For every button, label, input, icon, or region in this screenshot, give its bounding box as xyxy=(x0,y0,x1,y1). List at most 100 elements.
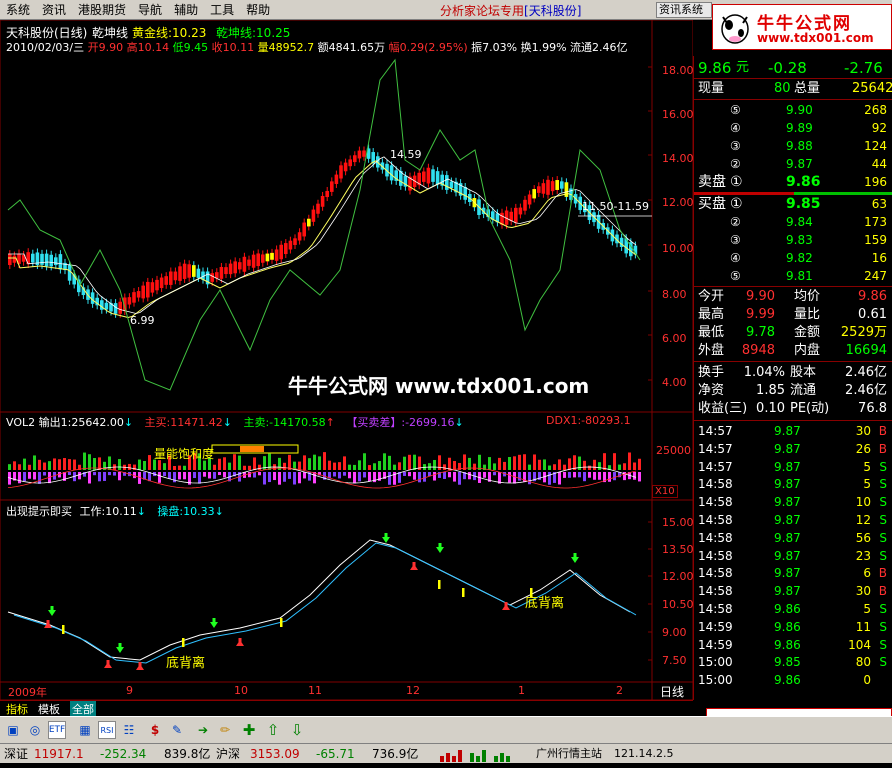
tick-row[interactable]: 14:58 9.87 12 S xyxy=(694,511,892,529)
tick-row[interactable]: 14:58 9.87 5 S xyxy=(694,475,892,493)
tick-row[interactable]: 15:00 9.85 80 S xyxy=(694,653,892,671)
menu-help[interactable]: 帮助 xyxy=(240,1,276,18)
tick-row[interactable]: 14:59 9.86 104 S xyxy=(694,636,892,654)
stat-row: 最低 9.78 金额 2529万 xyxy=(698,325,887,340)
vol-bar xyxy=(338,462,341,470)
arrow-up-icon[interactable]: ⇧ xyxy=(264,721,282,739)
ask-row[interactable]: ③ 9.88 124 xyxy=(694,137,892,155)
vol-bar xyxy=(613,453,616,470)
vol-bar-neg xyxy=(248,472,251,478)
bid-row[interactable]: ③ 9.83 159 xyxy=(694,231,892,249)
candle xyxy=(8,254,12,266)
vol-bar-neg xyxy=(353,472,356,484)
tick-row[interactable]: 14:57 9.87 26 B xyxy=(694,440,892,458)
vol-bar xyxy=(413,454,416,470)
candle xyxy=(118,301,122,314)
tick-row[interactable]: 14:59 9.86 11 S xyxy=(694,618,892,636)
vol-bar xyxy=(328,460,331,470)
menu-system[interactable]: 系统 xyxy=(0,1,36,18)
news-system-button[interactable]: 资讯系统 xyxy=(656,2,712,18)
sell1-row[interactable]: 卖盘 ① 9.86 196 xyxy=(694,173,892,191)
ask-row[interactable]: ④ 9.89 92 xyxy=(694,119,892,137)
vol-ytick: 25000 xyxy=(656,444,691,457)
sig-ytick: 9.00 xyxy=(662,626,687,639)
tick-row[interactable]: 15:00 9.86 0 xyxy=(694,671,892,689)
ask-row[interactable]: ② 9.87 44 xyxy=(694,155,892,173)
candle xyxy=(284,243,288,255)
candle xyxy=(210,273,214,282)
vol-bar xyxy=(463,454,466,470)
buy1-row[interactable]: 买盘 ① 9.85 63 xyxy=(694,195,892,213)
tick-row[interactable]: 14:57 9.87 5 S xyxy=(694,458,892,476)
buy-arrow xyxy=(136,662,144,670)
vol-bar-neg xyxy=(613,472,616,481)
vol-bar xyxy=(568,458,571,470)
vol-bar xyxy=(243,465,246,470)
menu-hk-futures[interactable]: 港股期货 xyxy=(72,1,132,18)
bid-row[interactable]: ⑤ 9.81 247 xyxy=(694,267,892,285)
pencil-icon[interactable]: ✏ xyxy=(216,721,234,739)
table-icon[interactable]: ☷ xyxy=(120,721,138,739)
vol-bar xyxy=(213,464,216,470)
station[interactable]: 广州行情主站 xyxy=(536,744,602,764)
candle xyxy=(527,194,532,205)
vol-scale[interactable]: X10 xyxy=(652,485,678,498)
tab-all[interactable]: 全部 xyxy=(70,701,96,717)
ytick: 6.00 xyxy=(662,332,687,345)
etf-icon[interactable]: ETF xyxy=(48,721,66,739)
chart-icon[interactable]: ▦ xyxy=(76,721,94,739)
candle xyxy=(279,244,283,260)
period-label[interactable]: 日线 xyxy=(660,683,684,700)
menu-news[interactable]: 资讯 xyxy=(36,1,72,18)
vol-bar-neg xyxy=(273,472,276,481)
export-icon[interactable]: ➔ xyxy=(194,721,212,739)
candle xyxy=(26,252,30,265)
vol-bar xyxy=(493,463,496,470)
arrow-down-icon[interactable]: ⇩ xyxy=(288,721,306,739)
vol-bar-neg xyxy=(423,472,426,482)
candle xyxy=(54,257,58,266)
menu-tools[interactable]: 工具 xyxy=(204,1,240,18)
select-icon[interactable]: ▣ xyxy=(4,721,22,739)
bid-row[interactable]: ② 9.84 173 xyxy=(694,213,892,231)
tab-template[interactable]: 模板 xyxy=(38,701,60,717)
bid-row[interactable]: ④ 9.82 16 xyxy=(694,249,892,267)
tick-row[interactable]: 14:58 9.87 6 B xyxy=(694,564,892,582)
vol-bar xyxy=(543,459,546,470)
tick-row[interactable]: 14:58 9.87 30 B xyxy=(694,582,892,600)
toolbar: ▣ ◎ ETF ▦ RSI ☷ $ ✎ ➔ ✏ ✚ ⇧ ⇩ xyxy=(0,716,892,743)
vol-bar xyxy=(288,454,291,470)
vol-bar-neg xyxy=(638,472,641,482)
promo-text: 分析家论坛专用[天科股份] xyxy=(440,4,582,18)
add-icon[interactable]: ✚ xyxy=(240,721,258,739)
tick-row[interactable]: 14:57 9.87 30 B xyxy=(694,422,892,440)
vol-bar xyxy=(43,462,46,470)
menu-navigate[interactable]: 导航 xyxy=(132,1,168,18)
vol-bar-neg xyxy=(93,472,96,476)
kline-chart[interactable] xyxy=(0,20,693,700)
rsi-icon[interactable]: RSI xyxy=(98,721,116,739)
dollar-icon[interactable]: $ xyxy=(146,721,164,739)
candle xyxy=(431,169,435,182)
menu-assist[interactable]: 辅助 xyxy=(168,1,204,18)
vol-bar xyxy=(343,456,346,470)
tools-icon[interactable]: ✎ xyxy=(168,721,186,739)
tick-row[interactable]: 14:58 9.87 10 S xyxy=(694,493,892,511)
sig-ytick: 15.00 xyxy=(662,516,694,529)
chart-area[interactable]: 天科股份(日线) 乾坤线 黄金线:10.23 乾坤线:10.25 2010/02… xyxy=(0,20,694,700)
vol-bar-neg xyxy=(223,472,226,478)
ask-row[interactable]: ⑤ 9.90 268 xyxy=(694,101,892,119)
vol-bar-neg xyxy=(343,472,346,476)
tick-row[interactable]: 14:58 9.87 23 S xyxy=(694,547,892,565)
zoom-icon[interactable]: ◎ xyxy=(26,721,44,739)
tab-indicator[interactable]: 指标 xyxy=(6,701,28,717)
tick-row[interactable]: 14:58 9.87 56 S xyxy=(694,529,892,547)
vol-bar xyxy=(503,461,506,470)
vol-bar xyxy=(148,455,151,470)
vol-bar-neg xyxy=(118,472,121,481)
sell-arrow xyxy=(571,553,579,563)
vol-bar xyxy=(508,457,511,470)
candle xyxy=(357,150,362,159)
candle xyxy=(523,199,527,211)
tick-row[interactable]: 14:58 9.86 5 S xyxy=(694,600,892,618)
